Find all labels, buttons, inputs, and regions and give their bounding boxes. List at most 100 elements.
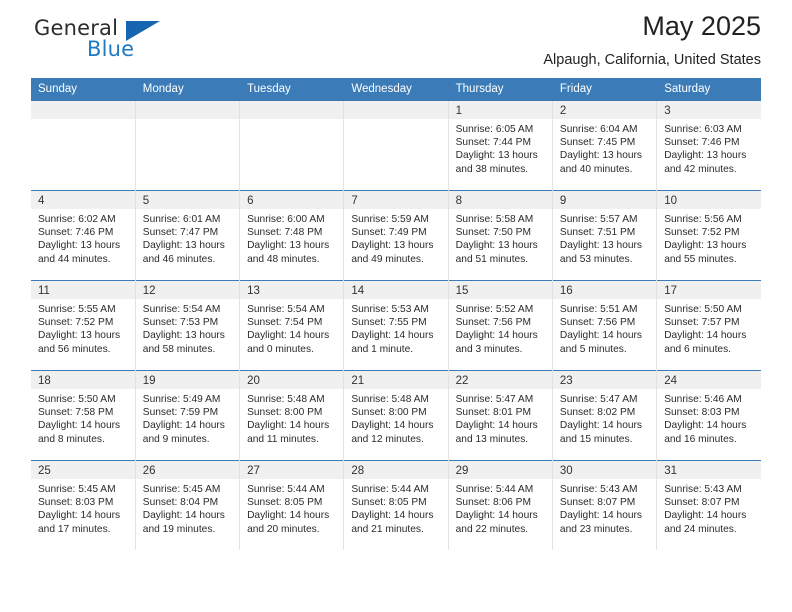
sunset-text: Sunset: 7:48 PM: [247, 227, 323, 239]
sunrise-text: Sunrise: 5:53 AM: [351, 304, 429, 315]
calendar-day-cell[interactable]: 1 Sunrise: 6:05 AM Sunset: 7:44 PM Daylight…: [448, 100, 553, 191]
daylight-text-line1: Daylight: 14 hours: [351, 420, 434, 432]
daylight-text-line1: Daylight: 14 hours: [247, 420, 330, 432]
sunset-text: Sunset: 8:04 PM: [142, 497, 219, 509]
calendar-day-cell[interactable]: 25 Sunrise: 5:45 AM Sunset: 8:03 PM Dayligh…: [31, 460, 136, 550]
day-number: [240, 101, 344, 119]
day-number: 16: [552, 281, 657, 299]
day-number: 31: [657, 461, 761, 479]
daylight-text-line2: and 23 minutes.: [559, 523, 633, 535]
calendar-day-cell[interactable]: 26 Sunrise: 5:45 AM Sunset: 8:04 PM Dayligh…: [135, 460, 241, 550]
day-number: 12: [135, 281, 240, 299]
day-number: 10: [657, 191, 761, 209]
day-number: [135, 101, 240, 119]
daylight-text-line2: and 22 minutes.: [455, 523, 529, 535]
day-details: Sunrise: 5:50 AM Sunset: 7:58 PM Daylight:…: [31, 389, 135, 446]
daylight-text-line2: and 40 minutes.: [559, 163, 633, 175]
daylight-text-line2: and 19 minutes.: [142, 523, 216, 535]
sunset-text: Sunset: 7:53 PM: [142, 317, 219, 329]
daylight-text-line1: Daylight: 14 hours: [559, 510, 643, 522]
calendar-week-row: 11 Sunrise: 5:55 AM Sunset: 7:52 PM Dayligh…: [31, 280, 761, 371]
sunset-text: Sunset: 7:58 PM: [38, 407, 114, 419]
calendar-page: General Blue May 2025 Alpaugh, Californi…: [0, 0, 792, 612]
calendar-day-cell[interactable]: 27 Sunrise: 5:44 AM Sunset: 8:05 PM Dayligh…: [239, 460, 345, 550]
day-details: Sunrise: 5:44 AM Sunset: 8:06 PM Daylight:…: [449, 479, 552, 536]
calendar-day-cell[interactable]: 3 Sunrise: 6:03 AM Sunset: 7:46 PM Daylight…: [656, 100, 761, 191]
calendar-day-cell[interactable]: 13 Sunrise: 5:54 AM Sunset: 7:54 PM Dayligh…: [239, 280, 345, 371]
daylight-text-line2: and 20 minutes.: [247, 523, 320, 535]
day-details: Sunrise: 6:01 AM Sunset: 7:47 PM Daylight:…: [136, 209, 239, 266]
calendar-day-cell[interactable]: 31 Sunrise: 5:43 AM Sunset: 8:07 PM Dayligh…: [656, 460, 761, 550]
sunrise-text: Sunrise: 5:48 AM: [351, 394, 429, 405]
calendar-day-cell[interactable]: 14 Sunrise: 5:53 AM Sunset: 7:55 PM Dayligh…: [343, 280, 449, 371]
calendar-day-cell[interactable]: 19 Sunrise: 5:49 AM Sunset: 7:59 PM Dayligh…: [135, 370, 241, 461]
day-number: 29: [448, 461, 552, 479]
calendar-day-cell[interactable]: 24 Sunrise: 5:46 AM Sunset: 8:03 PM Dayligh…: [656, 370, 761, 461]
sunrise-text: Sunrise: 5:51 AM: [559, 304, 638, 315]
calendar-day-cell[interactable]: 10 Sunrise: 5:56 AM Sunset: 7:52 PM Dayligh…: [656, 190, 761, 281]
sunset-text: Sunset: 8:00 PM: [247, 407, 323, 419]
daylight-text-line1: Daylight: 13 hours: [142, 240, 225, 252]
daylight-text-line2: and 3 minutes.: [455, 343, 523, 355]
daylight-text-line1: Daylight: 14 hours: [559, 420, 643, 432]
daylight-text-line2: and 1 minute.: [351, 343, 414, 355]
calendar-day-cell[interactable]: 8 Sunrise: 5:58 AM Sunset: 7:50 PM Daylight…: [448, 190, 553, 281]
daylight-text-line1: Daylight: 14 hours: [455, 420, 538, 432]
calendar-day-cell[interactable]: 6 Sunrise: 6:00 AM Sunset: 7:48 PM Daylight…: [239, 190, 345, 281]
sunrise-text: Sunrise: 5:50 AM: [664, 304, 742, 315]
calendar-day-cell[interactable]: 9 Sunrise: 5:57 AM Sunset: 7:51 PM Daylight…: [552, 190, 658, 281]
calendar-day-cell[interactable]: 22 Sunrise: 5:47 AM Sunset: 8:01 PM Dayligh…: [448, 370, 553, 461]
sunrise-text: Sunrise: 5:57 AM: [559, 214, 638, 225]
day-details: Sunrise: 5:51 AM Sunset: 7:56 PM Daylight:…: [553, 299, 656, 356]
daylight-text-line2: and 42 minutes.: [664, 163, 737, 175]
daylight-text-line1: Daylight: 13 hours: [38, 240, 121, 252]
calendar-day-cell[interactable]: 7 Sunrise: 5:59 AM Sunset: 7:49 PM Daylight…: [343, 190, 449, 281]
daylight-text-line2: and 15 minutes.: [559, 433, 633, 445]
sunset-text: Sunset: 7:51 PM: [559, 227, 636, 239]
daylight-text-line1: Daylight: 14 hours: [247, 330, 330, 342]
day-number: 19: [135, 371, 240, 389]
daylight-text-line1: Daylight: 14 hours: [351, 330, 434, 342]
day-number: 8: [448, 191, 552, 209]
calendar-day-cell[interactable]: 20 Sunrise: 5:48 AM Sunset: 8:00 PM Dayligh…: [239, 370, 345, 461]
daylight-text-line2: and 9 minutes.: [142, 433, 210, 445]
calendar-day-cell[interactable]: 2 Sunrise: 6:04 AM Sunset: 7:45 PM Daylight…: [552, 100, 658, 191]
sunrise-text: Sunrise: 5:46 AM: [664, 394, 742, 405]
day-details: Sunrise: 5:45 AM Sunset: 8:04 PM Daylight:…: [136, 479, 239, 536]
general-blue-logo[interactable]: General Blue: [31, 16, 251, 68]
daylight-text-line2: and 16 minutes.: [664, 433, 737, 445]
sunrise-text: Sunrise: 5:44 AM: [455, 484, 534, 495]
sunset-text: Sunset: 7:52 PM: [38, 317, 114, 329]
sunset-text: Sunset: 8:06 PM: [455, 497, 531, 509]
day-number: 14: [344, 281, 448, 299]
calendar-day-cell[interactable]: 15 Sunrise: 5:52 AM Sunset: 7:56 PM Dayligh…: [448, 280, 553, 371]
sunset-text: Sunset: 8:01 PM: [455, 407, 531, 419]
calendar-day-cell[interactable]: 17 Sunrise: 5:50 AM Sunset: 7:57 PM Dayligh…: [656, 280, 761, 371]
daylight-text-line1: Daylight: 14 hours: [247, 510, 330, 522]
calendar-day-cell[interactable]: 21 Sunrise: 5:48 AM Sunset: 8:00 PM Dayligh…: [343, 370, 449, 461]
page-header: General Blue May 2025 Alpaugh, Californi…: [31, 0, 761, 74]
sunset-text: Sunset: 7:54 PM: [247, 317, 323, 329]
calendar-day-cell[interactable]: 4 Sunrise: 6:02 AM Sunset: 7:46 PM Daylight…: [31, 190, 136, 281]
calendar-day-cell[interactable]: 18 Sunrise: 5:50 AM Sunset: 7:58 PM Dayligh…: [31, 370, 136, 461]
sunrise-text: Sunrise: 5:43 AM: [664, 484, 742, 495]
day-number: 5: [135, 191, 240, 209]
daylight-text-line1: Daylight: 14 hours: [142, 510, 225, 522]
sunset-text: Sunset: 8:05 PM: [351, 497, 427, 509]
calendar-day-cell[interactable]: 12 Sunrise: 5:54 AM Sunset: 7:53 PM Dayligh…: [135, 280, 241, 371]
calendar-week-row: 4 Sunrise: 6:02 AM Sunset: 7:46 PM Daylight…: [31, 190, 761, 281]
calendar-day-cell[interactable]: 28 Sunrise: 5:44 AM Sunset: 8:05 PM Dayligh…: [343, 460, 449, 550]
daylight-text-line1: Daylight: 13 hours: [455, 150, 538, 162]
daylight-text-line1: Daylight: 14 hours: [455, 510, 538, 522]
calendar-day-cell[interactable]: 5 Sunrise: 6:01 AM Sunset: 7:47 PM Daylight…: [135, 190, 241, 281]
calendar-day-cell[interactable]: 23 Sunrise: 5:47 AM Sunset: 8:02 PM Dayligh…: [552, 370, 658, 461]
daylight-text-line1: Daylight: 14 hours: [664, 330, 747, 342]
sunset-text: Sunset: 8:03 PM: [664, 407, 740, 419]
sunset-text: Sunset: 7:44 PM: [455, 137, 531, 149]
sunset-text: Sunset: 7:50 PM: [455, 227, 531, 239]
calendar-day-cell[interactable]: 29 Sunrise: 5:44 AM Sunset: 8:06 PM Dayligh…: [448, 460, 553, 550]
sunrise-text: Sunrise: 5:47 AM: [559, 394, 638, 405]
calendar-day-cell[interactable]: 30 Sunrise: 5:43 AM Sunset: 8:07 PM Dayligh…: [552, 460, 658, 550]
calendar-day-cell[interactable]: 11 Sunrise: 5:55 AM Sunset: 7:52 PM Dayligh…: [31, 280, 136, 371]
calendar-day-cell[interactable]: 16 Sunrise: 5:51 AM Sunset: 7:56 PM Dayligh…: [552, 280, 658, 371]
